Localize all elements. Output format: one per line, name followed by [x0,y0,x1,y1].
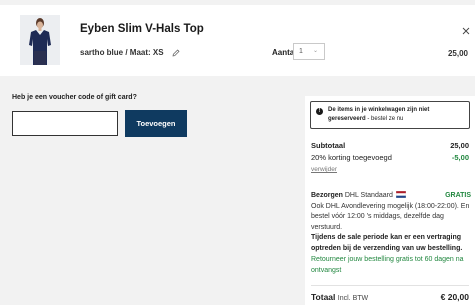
voucher-label: Heb je een voucher code of gift card? [12,94,137,101]
notice-text: De items in je winkelwagen zijn niet ger… [328,106,466,124]
shipping-label: Bezorgen [311,192,343,199]
discount-value: -5,00 [451,153,469,162]
netherlands-flag-icon [395,190,407,199]
product-variant-text: sartho blue / Maat: XS [80,48,164,57]
subtotal-line: Subtotaal 25,00 [311,141,469,150]
reservation-notice: ! De items in je winkelwagen zijn niet g… [310,101,470,129]
subtotal-value: 25,00 [450,141,469,150]
sale-warning: Tijdens de sale periode kan er een vertr… [311,234,463,252]
remove-discount-link[interactable]: verwijder [311,166,337,173]
discount-label: 20% korting toegevoegd [311,153,392,162]
item-price: 25,00 [447,49,468,58]
notice-rest: - bestel ze nu [365,116,404,122]
add-voucher-button[interactable]: Toevoegen [125,110,187,137]
shipping-free-badge: GRATIS [445,192,471,199]
returns-info: Retourneer jouw bestelling gratis tot 60… [311,256,464,274]
product-image[interactable] [20,15,60,65]
total-label: Totaal [311,292,336,302]
quantity-value: 1 [299,48,303,55]
info-icon: ! [316,108,323,115]
shipping-details: Ook DHL Avondlevering mogelijk (18:00-22… [311,202,470,231]
total-line: Totaal Incl. BTW € 20,00 [311,292,469,302]
shipping-info: Bezorgen DHL Standaard GRATIS Ook DHL Av… [311,190,471,254]
chevron-down-icon: ⌄ [312,48,318,54]
shipping-method: DHL Standaard [344,192,393,199]
remove-item-close-icon[interactable] [461,23,471,35]
voucher-input[interactable] [12,111,118,136]
total-value: € 20,00 [440,292,469,302]
remove-discount-line: verwijder [311,164,469,173]
total-incl-vat: Incl. BTW [337,295,369,302]
product-variant: sartho blue / Maat: XS [80,48,180,59]
order-summary: ! De items in je winkelwagen zijn niet g… [305,96,475,305]
product-title[interactable]: Eyben Slim V-Hals Top [80,23,204,35]
edit-pencil-icon[interactable] [172,49,180,59]
cart-item-row: Eyben Slim V-Hals Top sartho blue / Maat… [0,5,475,76]
divider [311,285,469,286]
discount-line: 20% korting toegevoegd -5,00 [311,153,469,162]
quantity-select[interactable]: 1 ⌄ [293,43,325,60]
subtotal-label: Subtotaal [311,141,346,150]
